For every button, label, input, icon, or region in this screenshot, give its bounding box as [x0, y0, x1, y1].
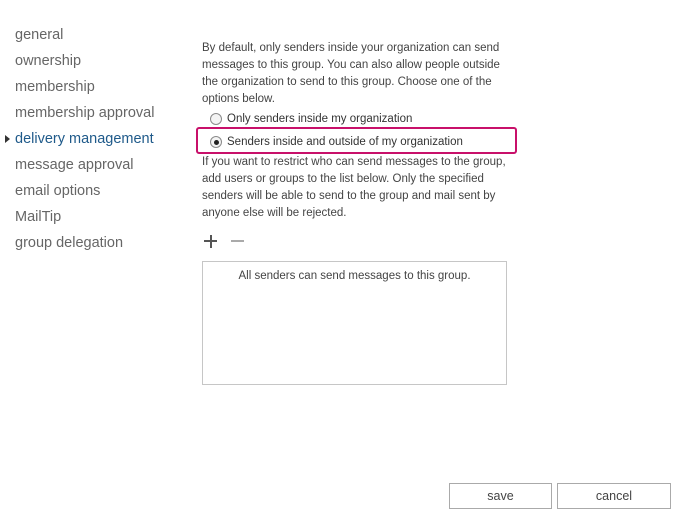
sidebar-item-general[interactable]: general: [0, 22, 185, 48]
sidebar-item-delivery-management[interactable]: delivery management: [0, 126, 185, 152]
sidebar-item-message-approval[interactable]: message approval: [0, 152, 185, 178]
radio-inside-and-outside-label: Senders inside and outside of my organiz…: [227, 136, 463, 148]
empty-list-text: All senders can send messages to this gr…: [238, 270, 471, 282]
delivery-management-panel: By default, only senders inside your org…: [202, 40, 522, 385]
sidebar-item-label: delivery management: [15, 131, 154, 147]
selected-arrow-icon: [5, 135, 10, 143]
sidebar-nav: general ownership membership membership …: [0, 22, 185, 256]
restrict-text: If you want to restrict who can send mes…: [202, 156, 506, 219]
sidebar-item-group-delegation[interactable]: group delegation: [0, 230, 185, 256]
sidebar-item-ownership[interactable]: ownership: [0, 48, 185, 74]
minus-icon[interactable]: [229, 233, 245, 249]
radio-inside-and-outside[interactable]: Senders inside and outside of my organiz…: [210, 136, 463, 148]
radio-only-inside-label: Only senders inside my organization: [227, 113, 413, 125]
allowed-senders-list[interactable]: All senders can send messages to this gr…: [202, 261, 507, 385]
group-properties-dialog: general ownership membership membership …: [0, 0, 690, 515]
sidebar-item-mailtip[interactable]: MailTip: [0, 204, 185, 230]
radio-checked-icon[interactable]: [210, 136, 222, 148]
sidebar-item-membership[interactable]: membership: [0, 74, 185, 100]
radio-unchecked-icon[interactable]: [210, 113, 222, 125]
sidebar-item-email-options[interactable]: email options: [0, 178, 185, 204]
intro-text: By default, only senders inside your org…: [202, 40, 514, 108]
plus-icon[interactable]: [202, 233, 218, 249]
save-button[interactable]: save: [449, 483, 552, 509]
radio-only-inside[interactable]: Only senders inside my organization: [210, 113, 412, 125]
intro-text-content: By default, only senders inside your org…: [202, 42, 500, 105]
sidebar-item-membership-approval[interactable]: membership approval: [0, 100, 185, 126]
cancel-button[interactable]: cancel: [557, 483, 671, 509]
